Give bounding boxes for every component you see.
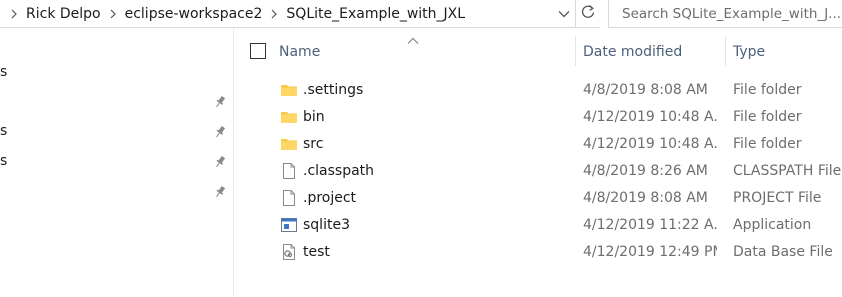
file-name: src [303, 136, 324, 152]
nav-item[interactable] [0, 90, 234, 114]
file-row[interactable]: src 4/12/2019 10:48 A... File folder [276, 131, 842, 158]
file-date-modified: 4/12/2019 10:48 A... [583, 109, 717, 125]
file-name: sqlite3 [303, 217, 350, 233]
file-type: Data Base File [733, 244, 833, 260]
file-date-modified: 4/12/2019 12:49 PM [583, 244, 717, 260]
column-divider[interactable] [575, 36, 576, 66]
breadcrumb-item-workspace[interactable]: eclipse-workspace2 [123, 6, 265, 22]
nav-item[interactable]: s [0, 120, 234, 144]
nav-item[interactable]: s [0, 150, 234, 174]
chevron-down-icon[interactable] [555, 4, 573, 24]
navigation-pane: s s s [0, 28, 234, 297]
search-box[interactable] [608, 0, 842, 28]
file-icon [280, 162, 298, 180]
pin-icon[interactable] [212, 124, 228, 140]
file-date-modified: 4/8/2019 8:26 AM [583, 163, 708, 179]
column-header-date-modified[interactable]: Date modified [583, 44, 682, 72]
file-name: .classpath [303, 163, 375, 179]
pin-icon[interactable] [212, 94, 228, 110]
file-date-modified: 4/12/2019 10:48 A... [583, 136, 717, 152]
chevron-right-icon[interactable] [264, 0, 284, 28]
chevron-right-icon[interactable] [4, 0, 24, 28]
chevron-right-icon[interactable] [103, 0, 123, 28]
file-name: test [303, 244, 330, 260]
refresh-icon [580, 4, 596, 24]
file-row[interactable]: .classpath 4/8/2019 8:26 AM CLASSPATH Fi… [276, 158, 842, 185]
database-file-icon [280, 243, 298, 261]
file-type: CLASSPATH File [733, 163, 842, 179]
pin-icon[interactable] [212, 154, 228, 170]
file-date-modified: 4/12/2019 11:22 A... [583, 217, 717, 233]
file-type: File folder [733, 109, 802, 125]
nav-item-label: s [0, 123, 8, 139]
nav-item-label: s [0, 64, 8, 80]
folder-icon [280, 108, 298, 126]
file-row[interactable]: .settings 4/8/2019 8:08 AM File folder [276, 77, 842, 104]
folder-icon [280, 135, 298, 153]
breadcrumb-item-user[interactable]: Rick Delpo [24, 6, 103, 22]
sort-ascending-icon [406, 33, 420, 44]
file-name: .settings [303, 82, 364, 98]
file-row[interactable]: bin 4/12/2019 10:48 A... File folder [276, 104, 842, 131]
nav-item-label: s [0, 153, 8, 169]
file-name: .project [303, 190, 357, 206]
breadcrumb-item-project[interactable]: SQLite_Example_with_JXL [284, 6, 467, 22]
select-all-checkbox[interactable] [250, 43, 266, 59]
nav-item[interactable]: s [0, 61, 234, 85]
folder-icon [280, 81, 298, 99]
application-icon [280, 216, 298, 234]
file-type: PROJECT File [733, 190, 822, 206]
column-header-type[interactable]: Type [733, 44, 765, 72]
nav-item[interactable] [0, 180, 234, 204]
column-divider[interactable] [725, 36, 726, 66]
file-row[interactable]: test 4/12/2019 12:49 PM Data Base File [276, 239, 842, 266]
breadcrumb: Rick Delpo eclipse-workspace2 SQLite_Exa… [0, 0, 467, 27]
file-date-modified: 4/8/2019 8:08 AM [583, 190, 708, 206]
file-date-modified: 4/8/2019 8:08 AM [583, 82, 708, 98]
column-header-name[interactable]: Name [279, 44, 320, 72]
file-type: File folder [733, 82, 802, 98]
file-row[interactable]: .project 4/8/2019 8:08 AM PROJECT File [276, 185, 842, 212]
refresh-button[interactable] [576, 0, 600, 28]
search-input[interactable] [620, 4, 842, 23]
file-row[interactable]: sqlite3 4/12/2019 11:22 A... Application [276, 212, 842, 239]
address-bar[interactable]: Rick Delpo eclipse-workspace2 SQLite_Exa… [0, 0, 576, 28]
pin-icon[interactable] [212, 184, 228, 200]
file-icon [280, 189, 298, 207]
file-type: Application [733, 217, 812, 233]
file-type: File folder [733, 136, 802, 152]
file-name: bin [303, 109, 325, 125]
